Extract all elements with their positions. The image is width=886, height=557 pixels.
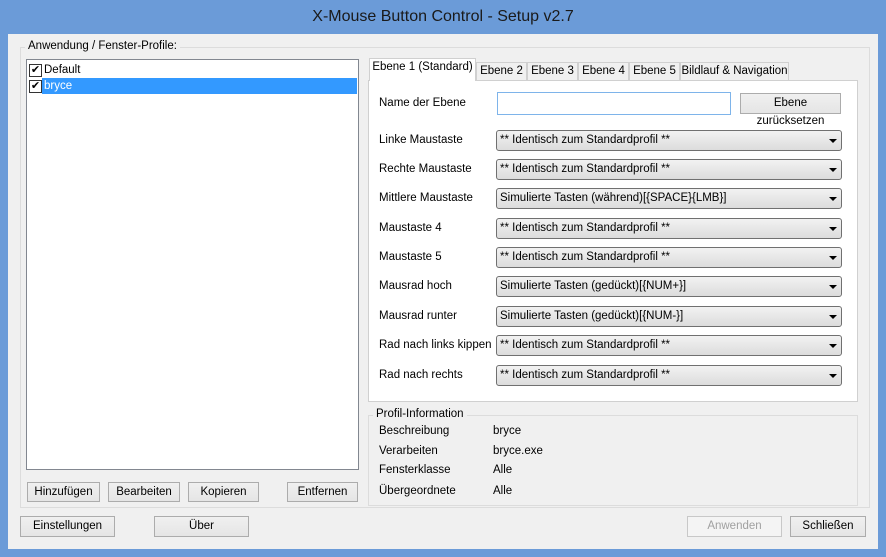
selected-value: ** Identisch zum Standardprofil ** (500, 134, 671, 146)
maustaste-4-label: Maustaste 4 (379, 222, 442, 234)
profile-list[interactable]: ✔ Default ✔ bryce (26, 59, 359, 470)
mittlere-maustaste-select[interactable]: Simulierte Tasten (während)[{SPACE}{LMB}… (496, 188, 842, 209)
mittlere-maustaste-label: Mittlere Maustaste (379, 192, 473, 204)
rad-nach-links-kippen-select[interactable]: ** Identisch zum Standardprofil ** (496, 335, 842, 356)
profiles-group-label: Anwendung / Fenster-Profile: (25, 40, 180, 52)
mausrad-runter-label: Mausrad runter (379, 310, 457, 322)
profile-item-default[interactable]: ✔ Default (29, 62, 357, 78)
selected-value: Simulierte Tasten (während)[{SPACE}{LMB}… (500, 192, 727, 204)
mausrad-hoch-label: Mausrad hoch (379, 280, 452, 292)
window-title: X-Mouse Button Control - Setup v2.7 (312, 8, 574, 25)
selected-value: Simulierte Tasten (gedückt)[{NUM-}] (500, 310, 684, 322)
checkbox-icon[interactable]: ✔ (29, 63, 42, 77)
rechte-maustaste-label: Rechte Maustaste (379, 163, 472, 175)
chevron-down-icon (829, 197, 837, 201)
layer-name-label: Name der Ebene (379, 97, 466, 109)
info-label: Übergeordnete (379, 485, 456, 497)
close-button[interactable]: Schließen (790, 516, 866, 537)
about-button[interactable]: Über (154, 516, 249, 537)
maustaste-5-label: Maustaste 5 (379, 251, 442, 263)
mausrad-runter-select[interactable]: Simulierte Tasten (gedückt)[{NUM-}] (496, 306, 842, 327)
info-label: Fensterklasse (379, 464, 451, 476)
selected-value: ** Identisch zum Standardprofil ** (500, 163, 671, 175)
profile-info-label: Profil-Information (373, 408, 467, 420)
selected-value: ** Identisch zum Standardprofil ** (500, 339, 671, 351)
chevron-down-icon (829, 285, 837, 289)
selected-value: ** Identisch zum Standardprofil ** (500, 222, 671, 234)
chevron-down-icon (829, 315, 837, 319)
linke-maustaste-label: Linke Maustaste (379, 134, 463, 146)
rad-nach-rechts-label: Rad nach rechts (379, 369, 463, 381)
chevron-down-icon (829, 227, 837, 231)
tab-layer-4[interactable]: Ebene 4 (578, 62, 629, 81)
info-label: Verarbeiten (379, 445, 438, 457)
selected-value: Simulierte Tasten (gedückt)[{NUM+}] (500, 280, 687, 292)
layer-name-input[interactable] (497, 92, 731, 115)
edit-profile-button[interactable]: Bearbeiten (108, 482, 180, 502)
info-label: Beschreibung (379, 425, 450, 437)
info-value: Alle (493, 485, 513, 497)
remove-profile-button[interactable]: Entfernen (287, 482, 358, 502)
chevron-down-icon (829, 168, 837, 172)
rad-nach-rechts-select[interactable]: ** Identisch zum Standardprofil ** (496, 365, 842, 386)
settings-button[interactable]: Einstellungen (20, 516, 115, 537)
tab-scroll-navigation[interactable]: Bildlauf & Navigation (680, 62, 789, 81)
reset-layer-button[interactable]: Ebene zurücksetzen (740, 93, 841, 127)
copy-profile-button[interactable]: Kopieren (188, 482, 259, 502)
selected-value: ** Identisch zum Standardprofil ** (500, 369, 671, 381)
info-value: Alle (493, 464, 513, 476)
selected-value: ** Identisch zum Standardprofil ** (500, 251, 671, 263)
checkbox-icon[interactable]: ✔ (29, 79, 42, 93)
chevron-down-icon (829, 374, 837, 378)
chevron-down-icon (829, 344, 837, 348)
tab-layer-5[interactable]: Ebene 5 (629, 62, 680, 81)
tab-layer-3[interactable]: Ebene 3 (527, 62, 578, 81)
apply-button[interactable]: Anwenden (687, 516, 782, 537)
mausrad-hoch-select[interactable]: Simulierte Tasten (gedückt)[{NUM+}] (496, 276, 842, 297)
info-value: bryce.exe (493, 445, 543, 457)
tab-layer-2[interactable]: Ebene 2 (476, 62, 527, 81)
rechte-maustaste-select[interactable]: ** Identisch zum Standardprofil ** (496, 159, 842, 180)
linke-maustaste-select[interactable]: ** Identisch zum Standardprofil ** (496, 130, 842, 151)
chevron-down-icon (829, 256, 837, 260)
add-profile-button[interactable]: Hinzufügen (27, 482, 100, 502)
tab-layer-1[interactable]: Ebene 1 (Standard) (369, 58, 476, 81)
rad-nach-links-kippen-label: Rad nach links kippen (379, 339, 492, 351)
info-value: bryce (493, 425, 522, 437)
maustaste-4-select[interactable]: ** Identisch zum Standardprofil ** (496, 218, 842, 239)
maustaste-5-select[interactable]: ** Identisch zum Standardprofil ** (496, 247, 842, 268)
chevron-down-icon (829, 139, 837, 143)
profile-item-bryce[interactable]: ✔ bryce (29, 78, 357, 94)
